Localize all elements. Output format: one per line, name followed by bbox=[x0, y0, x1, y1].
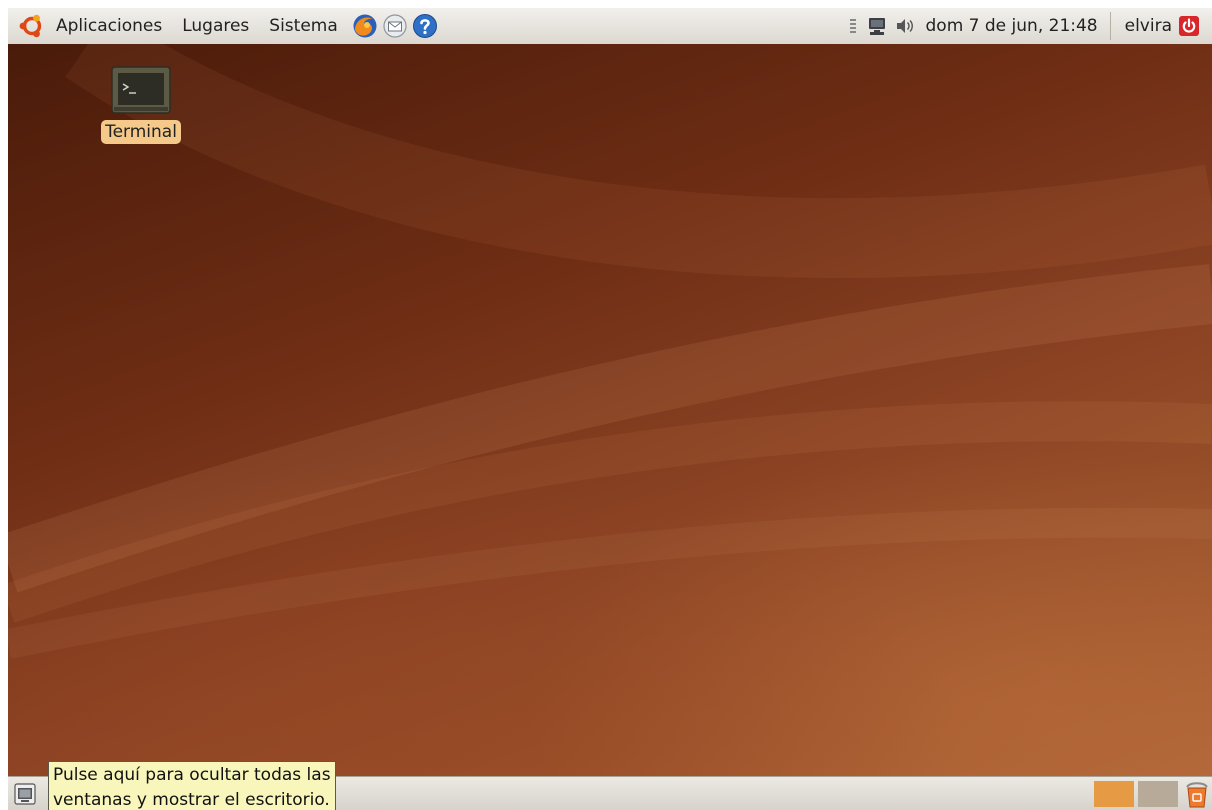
system-tray: dom 7 de jun, 21:48 elvira bbox=[849, 8, 1212, 44]
screen: Aplicaciones Lugares Sistema dom 7 de ju… bbox=[8, 8, 1212, 810]
menu-lugares[interactable]: Lugares bbox=[178, 14, 253, 38]
desktop-icon-terminal[interactable]: Terminal bbox=[92, 66, 190, 144]
workspace-1[interactable] bbox=[1094, 781, 1134, 807]
clock[interactable]: dom 7 de jun, 21:48 bbox=[926, 16, 1098, 36]
show-desktop-button[interactable] bbox=[14, 783, 36, 805]
tray-handle[interactable] bbox=[849, 19, 856, 33]
menu-aplicaciones[interactable]: Aplicaciones bbox=[52, 14, 166, 38]
network-icon[interactable] bbox=[866, 15, 888, 37]
help-icon[interactable] bbox=[412, 13, 438, 39]
desktop-icon-label: Terminal bbox=[101, 120, 181, 144]
mail-icon[interactable] bbox=[382, 13, 408, 39]
tooltip-line-2: ventanas y mostrar el escritorio. bbox=[53, 790, 330, 810]
tooltip-line-1: Pulse aquí para ocultar todas las bbox=[53, 765, 331, 785]
volume-icon[interactable] bbox=[894, 15, 916, 37]
desktop[interactable]: Terminal bbox=[8, 44, 1212, 776]
ubuntu-logo-icon[interactable] bbox=[18, 12, 46, 40]
menu-sistema[interactable]: Sistema bbox=[265, 14, 341, 38]
workspace-2[interactable] bbox=[1138, 781, 1178, 807]
trash-icon[interactable] bbox=[1184, 780, 1210, 808]
wallpaper-swirl bbox=[8, 44, 1212, 659]
panel-separator bbox=[1109, 12, 1111, 40]
top-panel: Aplicaciones Lugares Sistema dom 7 de ju… bbox=[8, 8, 1212, 45]
show-desktop-tooltip: Pulse aquí para ocultar todas las ventan… bbox=[48, 761, 336, 810]
terminal-icon[interactable] bbox=[111, 66, 171, 114]
user-switcher[interactable]: elvira bbox=[1125, 16, 1172, 36]
power-icon[interactable] bbox=[1178, 15, 1200, 37]
firefox-icon[interactable] bbox=[352, 13, 378, 39]
